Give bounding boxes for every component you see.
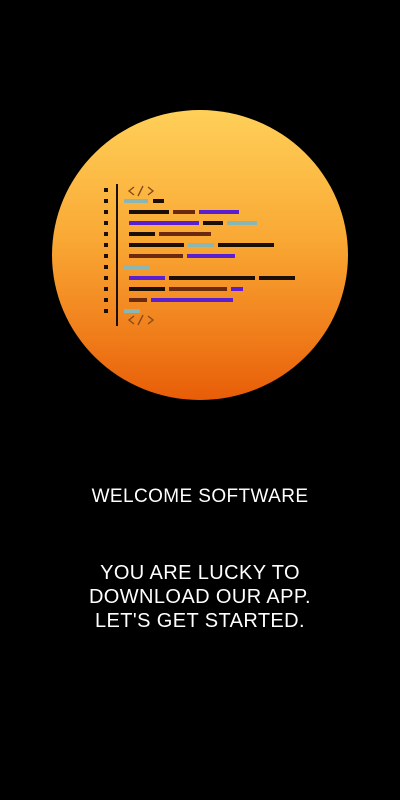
hero-illustration: [52, 110, 348, 400]
code-editor-icon: [104, 184, 295, 326]
line-number-markers: [104, 188, 108, 313]
welcome-screen: WELCOME SOFTWARE YOU ARE LUCKY TO DOWNLO…: [0, 0, 400, 800]
subtitle-line-2: DOWNLOAD OUR APP.: [88, 586, 312, 608]
subtitle-line-3: LET'S GET STARTED.: [95, 610, 305, 632]
welcome-subtitle: YOU ARE LUCKY TO DOWNLOAD OUR APP. LET'S…: [0, 561, 400, 633]
code-lines: [124, 199, 295, 313]
welcome-title: WELCOME SOFTWARE: [91, 486, 309, 507]
subtitle-line-1: YOU ARE LUCKY TO: [100, 562, 300, 584]
gutter-line: [116, 184, 118, 326]
open-tag-glyph: [127, 185, 155, 197]
close-tag-glyph: [127, 314, 155, 326]
